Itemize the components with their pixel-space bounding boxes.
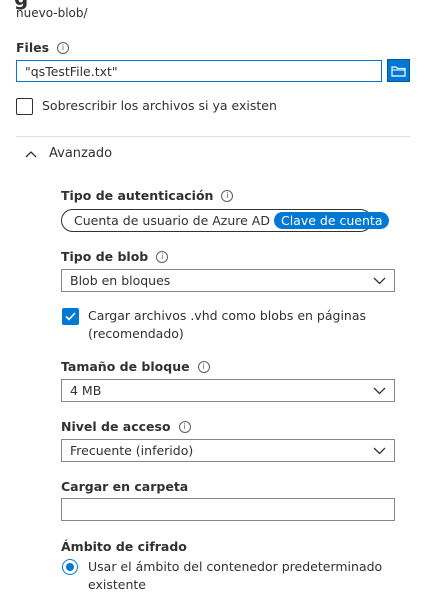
encryption-scope-label: Ámbito de cifrado bbox=[61, 539, 187, 554]
upload-folder-label: Cargar en carpeta bbox=[61, 479, 188, 494]
file-path-value: "qsTestFile.txt" bbox=[25, 63, 118, 79]
auth-type-toggle[interactable]: Cuenta de usuario de Azure AD Clave de c… bbox=[61, 209, 390, 232]
block-size-label: Tamaño de bloque i bbox=[61, 359, 210, 374]
info-icon[interactable]: i bbox=[156, 250, 169, 263]
access-tier-select[interactable]: Frecuente (inferido) bbox=[61, 439, 395, 462]
vhd-label-line1: Cargar archivos .vhd como blobs en págin… bbox=[88, 308, 367, 323]
info-icon[interactable]: i bbox=[197, 360, 210, 373]
access-tier-value: Frecuente (inferido) bbox=[70, 443, 194, 458]
folder-icon bbox=[391, 65, 406, 77]
info-icon[interactable]: i bbox=[57, 41, 70, 54]
section-divider bbox=[16, 136, 410, 137]
blob-type-label: Tipo de blob i bbox=[61, 249, 169, 264]
chevron-down-icon bbox=[373, 387, 386, 394]
block-size-label-text: Tamaño de bloque bbox=[61, 359, 190, 374]
auth-type-label: Tipo de autenticación i bbox=[61, 188, 234, 203]
vhd-label-line2: (recomendado) bbox=[88, 326, 184, 341]
overwrite-checkbox[interactable] bbox=[16, 98, 33, 115]
chevron-up-icon[interactable] bbox=[25, 149, 37, 159]
info-icon[interactable]: i bbox=[221, 189, 234, 202]
auth-option-azure-ad[interactable]: Cuenta de usuario de Azure AD bbox=[70, 213, 274, 228]
upload-folder-input[interactable] bbox=[61, 498, 395, 521]
upload-folder-label-text: Cargar en carpeta bbox=[61, 479, 189, 494]
file-path-input[interactable]: "qsTestFile.txt" bbox=[16, 60, 382, 82]
blob-path: nuevo-blob/ bbox=[16, 6, 88, 20]
files-label-text: Files bbox=[16, 40, 50, 55]
encryption-default-radio[interactable] bbox=[62, 559, 78, 575]
chevron-down-icon bbox=[373, 447, 386, 454]
blob-type-label-text: Tipo de blob bbox=[61, 249, 149, 264]
overwrite-label: Sobrescribir los archivos si ya existen bbox=[42, 98, 277, 113]
blob-type-value: Blob en bloques bbox=[70, 273, 171, 288]
block-size-select[interactable]: 4 MB bbox=[61, 379, 395, 402]
auth-type-label-text: Tipo de autenticación bbox=[61, 188, 214, 203]
encryption-scope-label-text: Ámbito de cifrado bbox=[61, 539, 187, 554]
chevron-down-icon bbox=[373, 277, 386, 284]
browse-files-button[interactable] bbox=[387, 59, 410, 82]
auth-option-account-key[interactable]: Clave de cuenta bbox=[273, 212, 390, 229]
access-tier-label: Nivel de acceso i bbox=[61, 419, 191, 434]
vhd-page-blob-checkbox[interactable] bbox=[62, 308, 79, 325]
blob-type-select[interactable]: Blob en bloques bbox=[61, 269, 395, 292]
info-icon[interactable]: i bbox=[178, 420, 191, 433]
access-tier-label-text: Nivel de acceso bbox=[61, 419, 171, 434]
checkmark-icon bbox=[65, 312, 76, 321]
encryption-option-line1: Usar el ámbito del contenedor predetermi… bbox=[88, 559, 383, 574]
encryption-option-line2: existente bbox=[88, 577, 146, 592]
advanced-section-toggle[interactable]: Avanzado bbox=[49, 146, 112, 161]
radio-selected-dot bbox=[66, 563, 74, 571]
block-size-value: 4 MB bbox=[70, 383, 102, 398]
files-label: Files i bbox=[16, 40, 70, 55]
